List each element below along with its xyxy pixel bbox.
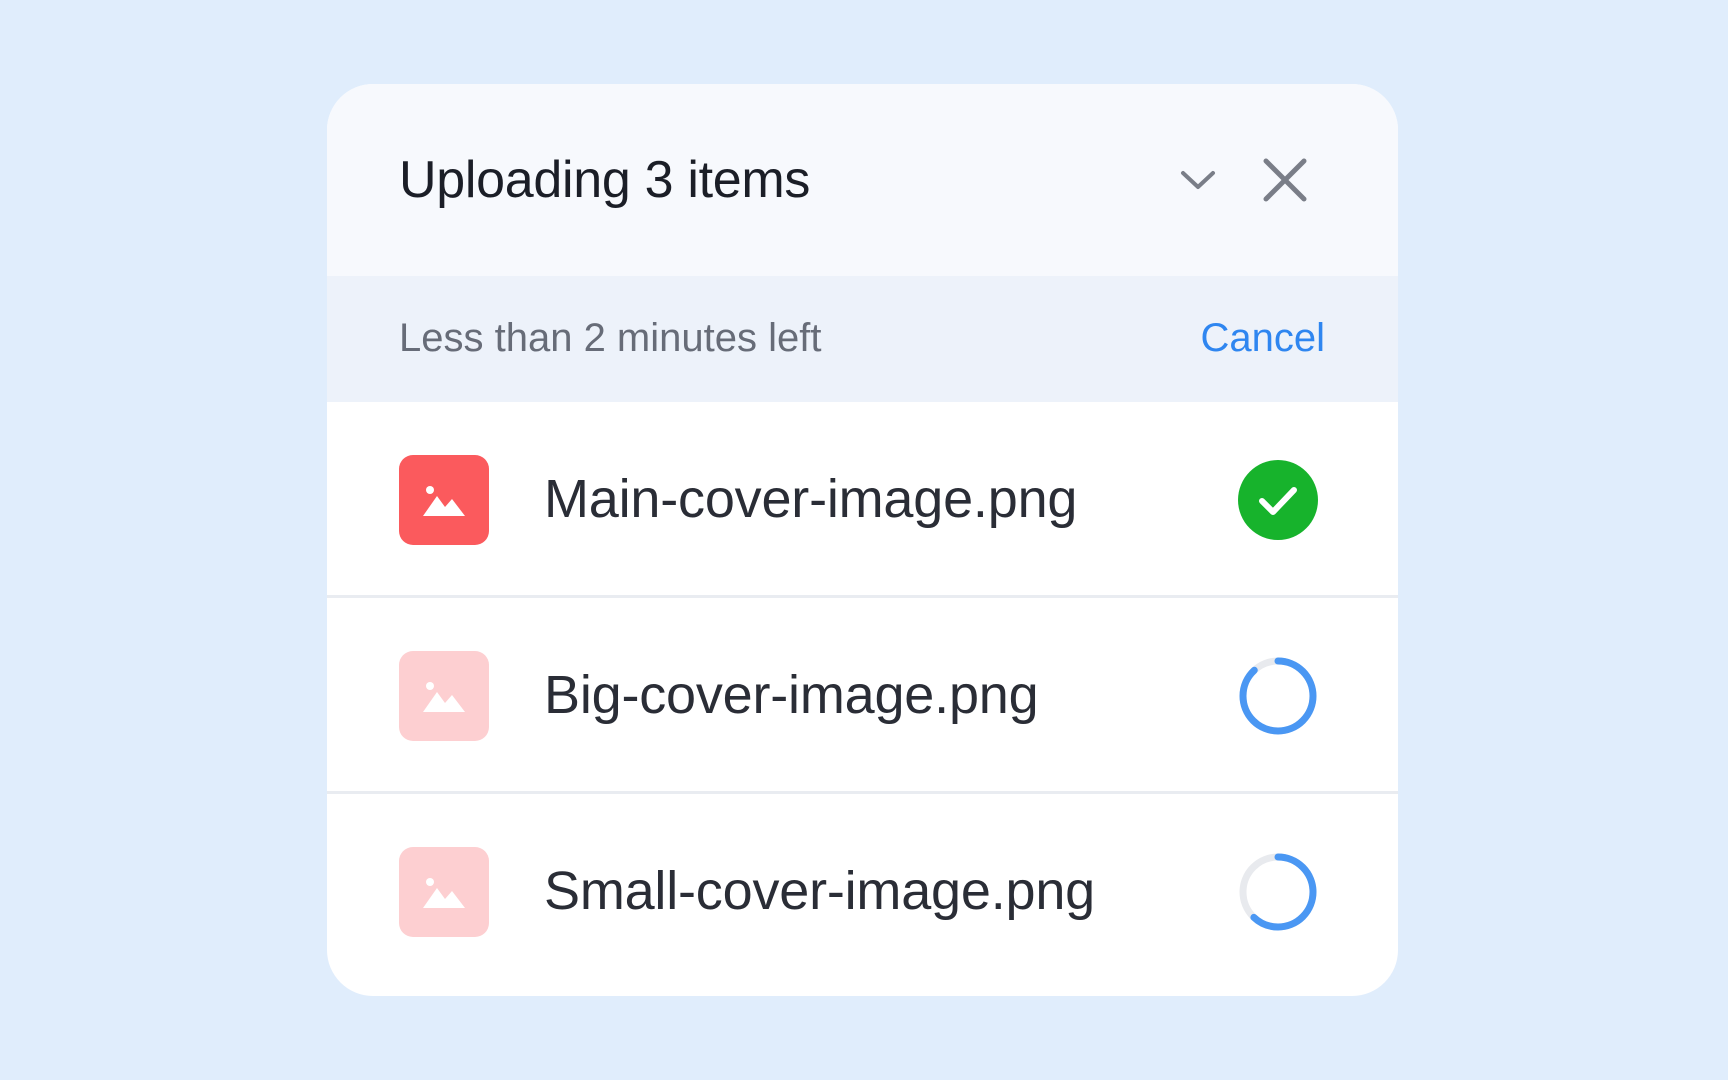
time-remaining-text: Less than 2 minutes left <box>399 316 822 360</box>
image-icon <box>399 455 489 545</box>
cancel-button[interactable]: Cancel <box>1200 318 1325 358</box>
file-row-main-cover: Main-cover-image.png <box>327 402 1398 598</box>
file-name: Big-cover-image.png <box>544 665 1039 725</box>
image-icon <box>399 847 489 937</box>
file-row-small-cover: Small-cover-image.png <box>327 794 1398 990</box>
file-name: Main-cover-image.png <box>544 469 1078 529</box>
check-circle-icon <box>1238 460 1318 540</box>
upload-header: Uploading 3 items <box>327 84 1398 276</box>
progress-spinner-icon <box>1239 657 1317 735</box>
image-icon <box>399 651 489 741</box>
collapse-button[interactable] <box>1172 154 1224 206</box>
file-name: Small-cover-image.png <box>544 861 1096 921</box>
upload-panel: Uploading 3 items Less than 2 minutes le… <box>327 84 1398 996</box>
progress-spinner-icon <box>1239 853 1317 931</box>
upload-title: Uploading 3 items <box>399 151 811 209</box>
close-icon <box>1263 158 1307 202</box>
upload-status-bar: Less than 2 minutes left Cancel <box>327 276 1398 402</box>
file-row-big-cover: Big-cover-image.png <box>327 598 1398 794</box>
chevron-down-icon <box>1181 171 1215 189</box>
file-list: Main-cover-image.png Big-cover-image.png <box>327 402 1398 990</box>
close-button[interactable] <box>1255 150 1315 210</box>
